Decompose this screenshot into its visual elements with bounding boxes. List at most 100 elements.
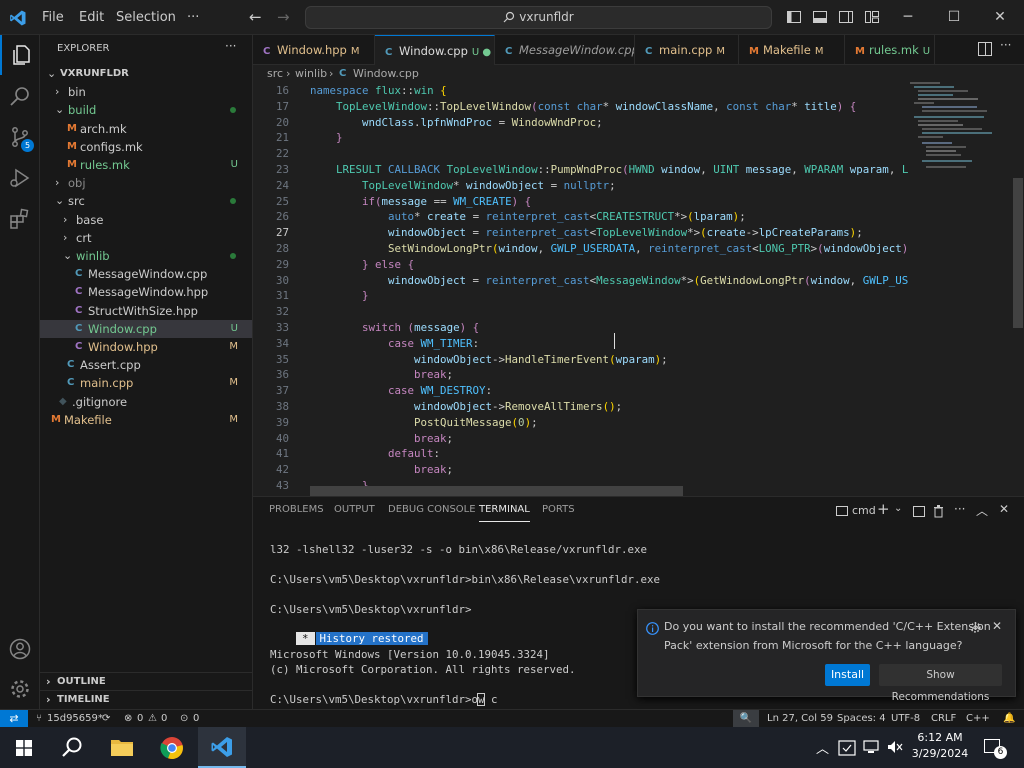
git-branch[interactable]: 15d95659* xyxy=(47,710,103,728)
code-line[interactable]: 30 windowObject = reinterpret_cast<Messa… xyxy=(253,273,921,289)
customize-layout-icon[interactable] xyxy=(864,9,880,25)
toggle-panel-icon[interactable] xyxy=(812,9,828,25)
accounts-activity[interactable] xyxy=(0,629,40,669)
horizontal-scrollbar[interactable] xyxy=(310,486,683,496)
code-line[interactable]: 32 xyxy=(253,304,913,320)
tree-item[interactable]: ⌄ winlib xyxy=(40,247,252,265)
editor-tab[interactable]: M Makefile M xyxy=(739,35,845,65)
manage-activity[interactable] xyxy=(0,669,40,709)
tree-item[interactable]: C Window.hpp M xyxy=(40,338,252,356)
tree-item[interactable]: ⌄ build xyxy=(40,101,252,119)
tab-terminal[interactable]: TERMINAL xyxy=(479,504,530,522)
nav-forward-icon[interactable]: → xyxy=(277,0,290,35)
tab-ports[interactable]: PORTS xyxy=(542,504,575,515)
tree-item[interactable]: C StructWithSize.hpp xyxy=(40,302,252,320)
terminal-name[interactable]: cmd xyxy=(852,504,876,517)
network-icon[interactable] xyxy=(863,740,879,754)
editor-tab[interactable]: C MessageWindow.cpp xyxy=(495,35,635,65)
trash-icon[interactable] xyxy=(933,505,944,518)
tab-debug-console[interactable]: DEBUG CONSOLE xyxy=(388,504,476,515)
editor-more-icon[interactable]: ··· xyxy=(1000,38,1011,52)
taskbar-chrome[interactable] xyxy=(148,727,196,768)
tray-overflow-icon[interactable]: ︿ xyxy=(816,738,829,757)
notification-gear-icon[interactable] xyxy=(969,621,982,634)
toggle-secondary-sidebar-icon[interactable] xyxy=(838,9,854,25)
tree-item[interactable]: › crt xyxy=(40,229,252,247)
panel-more-icon[interactable]: ··· xyxy=(954,502,965,516)
minimap[interactable] xyxy=(908,82,1013,496)
code-line[interactable]: 38 windowObject->RemoveAllTimers(); xyxy=(253,399,913,415)
errors-count[interactable]: 0 xyxy=(137,710,143,728)
vertical-scrollbar[interactable] xyxy=(1013,178,1023,328)
code-line[interactable]: 35 windowObject->HandleTimerEvent(wparam… xyxy=(253,352,913,368)
split-terminal-icon[interactable] xyxy=(913,506,925,517)
toggle-primary-sidebar-icon[interactable] xyxy=(786,9,802,25)
remote-indicator[interactable]: ⇄ xyxy=(0,710,28,728)
editor-tab[interactable]: C Window.cpp U ● xyxy=(375,35,495,65)
tree-item[interactable]: C MessageWindow.cpp xyxy=(40,265,252,283)
run-debug-activity[interactable] xyxy=(0,158,40,198)
indentation[interactable]: Spaces: 4 xyxy=(837,710,886,728)
code-line[interactable]: 16 namespace flux::win { xyxy=(253,83,913,99)
breadcrumb-winlib[interactable]: winlib xyxy=(295,65,327,82)
command-center-search[interactable]: vxrunfldr xyxy=(305,6,772,29)
breadcrumb-src[interactable]: src xyxy=(267,65,283,82)
outline-section[interactable]: › OUTLINE xyxy=(40,672,252,690)
notifications-bell-icon[interactable]: 🔔 xyxy=(1003,710,1015,728)
code-line[interactable]: 24 TopLevelWindow* windowObject = nullpt… xyxy=(253,178,913,194)
tree-item[interactable]: › bin xyxy=(40,83,252,101)
code-line[interactable]: 27 windowObject = reinterpret_cast<TopLe… xyxy=(253,225,913,241)
tree-item[interactable]: C MessageWindow.hpp xyxy=(40,283,252,301)
tree-item[interactable]: M Makefile M xyxy=(40,411,252,429)
tree-item[interactable]: Cmain.cpp M xyxy=(40,374,252,392)
start-button[interactable] xyxy=(0,727,48,768)
notification-close-icon[interactable]: ✕ xyxy=(992,619,1002,633)
tree-item[interactable]: ◆ .gitignore xyxy=(40,393,252,411)
code-line[interactable]: 42 break; xyxy=(253,462,913,478)
menu-more[interactable]: ··· xyxy=(187,0,199,35)
encoding[interactable]: UTF-8 xyxy=(891,710,920,728)
volume-icon[interactable] xyxy=(887,740,903,754)
warnings-count[interactable]: 0 xyxy=(161,710,167,728)
tree-item[interactable]: March.mk xyxy=(40,120,252,138)
new-terminal-icon[interactable]: + xyxy=(877,500,890,518)
code-line[interactable]: 20 wndClass.lpfnWndProc = WindowWndProc; xyxy=(253,115,913,131)
code-line[interactable]: 41 default: xyxy=(253,446,913,462)
tree-item[interactable]: C Window.cpp U xyxy=(40,319,252,338)
code-line[interactable]: 40 break; xyxy=(253,431,913,447)
terminal-dropdown-icon[interactable]: ⌄ xyxy=(894,503,902,514)
taskbar-search-button[interactable] xyxy=(48,727,96,768)
code-line[interactable]: 34 case WM_TIMER: xyxy=(253,336,913,352)
install-button[interactable]: Install xyxy=(825,664,870,686)
explorer-more-button[interactable]: ··· xyxy=(225,39,236,53)
nav-back-icon[interactable]: ← xyxy=(249,0,262,35)
close-panel-icon[interactable]: ✕ xyxy=(999,502,1009,516)
tree-item[interactable]: C Assert.cpp xyxy=(40,356,252,374)
ports-count[interactable]: 0 xyxy=(193,710,199,728)
code-line[interactable]: 31 } xyxy=(253,288,913,304)
code-line[interactable]: 23 LRESULT CALLBACK TopLevelWindow::Pump… xyxy=(253,162,921,178)
show-recommendations-button[interactable]: Show Recommendations xyxy=(879,664,1002,703)
tree-item[interactable]: ⌄ VXRUNFLDR xyxy=(40,65,252,83)
code-line[interactable]: 21 } xyxy=(253,130,913,146)
clock-date[interactable]: 3/29/2024 xyxy=(910,747,970,760)
tab-output[interactable]: OUTPUT xyxy=(334,504,375,515)
code-line[interactable]: 39 PostQuitMessage(0); xyxy=(253,415,913,431)
cursor-position[interactable]: Ln 27, Col 59 xyxy=(767,710,833,728)
code-line[interactable]: 28 SetWindowLongPtr(window, GWLP_USERDAT… xyxy=(253,241,921,257)
menu-file[interactable]: File xyxy=(42,0,64,35)
tree-item[interactable]: › obj xyxy=(40,174,252,192)
taskbar-file-explorer[interactable] xyxy=(98,727,146,768)
split-editor-icon[interactable] xyxy=(978,42,992,56)
sync-icon[interactable]: ⟳ xyxy=(102,710,110,728)
maximize-button[interactable]: ☐ xyxy=(931,0,977,35)
code-line[interactable]: 36 break; xyxy=(253,367,913,383)
code-line[interactable]: 17 TopLevelWindow::TopLevelWindow(const … xyxy=(253,99,913,115)
code-editor[interactable]: 16 namespace flux::win {17 TopLevelWindow… xyxy=(253,82,1024,496)
menu-edit[interactable]: Edit xyxy=(79,0,104,35)
code-line[interactable]: 33 switch (message) { xyxy=(253,320,913,336)
search-activity[interactable] xyxy=(0,76,40,116)
close-button[interactable]: ✕ xyxy=(977,0,1023,35)
maximize-panel-icon[interactable]: ︿ xyxy=(976,502,988,519)
end-of-line[interactable]: CRLF xyxy=(931,710,956,728)
